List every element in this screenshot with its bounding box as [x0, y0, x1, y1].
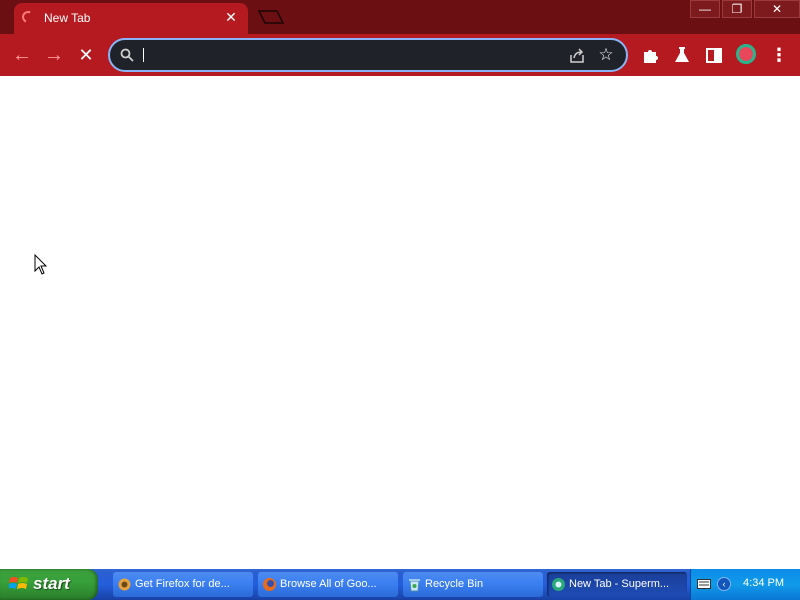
system-tray: ‹ 4:34 PM [690, 569, 800, 600]
new-tab-icon[interactable] [258, 10, 284, 24]
taskbar-clock[interactable]: 4:34 PM [743, 577, 784, 589]
tab-title: New Tab [44, 11, 91, 25]
restore-button[interactable]: ❐ [722, 0, 752, 18]
taskbar-item-get-firefox[interactable]: Get Firefox for de... [113, 572, 253, 597]
taskbar-item-label: Get Firefox for de... [135, 578, 230, 590]
windows-logo-icon [9, 577, 28, 589]
stop-loading-button[interactable]: ✕ [74, 43, 98, 67]
minimize-button[interactable]: — [690, 0, 720, 18]
browser-titlebar: New Tab ✕ — ❐ ✕ [0, 0, 800, 34]
recycle-bin-icon [409, 579, 420, 592]
window-controls: — ❐ ✕ [688, 0, 800, 18]
taskbar: start Get Firefox for de... Browse All o… [0, 569, 800, 600]
firefox-setup-icon [118, 578, 131, 591]
taskbar-item-browse-google[interactable]: Browse All of Goo... [258, 572, 398, 597]
text-caret [143, 48, 144, 62]
tray-expand-icon[interactable]: ‹ [717, 577, 731, 591]
taskbar-item-recycle-bin[interactable]: Recycle Bin [403, 572, 543, 597]
address-bar[interactable]: ☆ [108, 38, 628, 72]
tab-close-icon[interactable]: ✕ [222, 8, 240, 26]
page-content[interactable] [0, 76, 800, 569]
keyboard-icon[interactable] [697, 579, 711, 589]
tab-new-tab[interactable]: New Tab ✕ [14, 3, 248, 34]
forward-button[interactable]: → [42, 43, 66, 67]
taskbar-item-label: Recycle Bin [425, 578, 484, 590]
browser-icon [552, 578, 565, 591]
taskbar-item-label: New Tab - Superm... [569, 578, 670, 590]
browser-toolbar: ← → ✕ ☆ ⋮ [0, 34, 800, 76]
share-icon[interactable] [568, 47, 586, 65]
close-window-button[interactable]: ✕ [754, 0, 800, 18]
loading-spinner-icon [20, 9, 36, 25]
labs-flask-icon[interactable] [671, 44, 693, 66]
start-button[interactable]: start [0, 569, 98, 600]
taskbar-item-new-tab[interactable]: New Tab - Superm... [547, 572, 687, 597]
back-button[interactable]: ← [10, 43, 34, 67]
mouse-cursor-icon [34, 254, 48, 275]
start-label: start [33, 574, 70, 593]
profile-avatar[interactable] [736, 44, 756, 64]
search-icon [120, 48, 134, 62]
address-input[interactable] [140, 44, 564, 68]
firefox-icon [263, 578, 276, 591]
side-panel-icon[interactable] [703, 44, 725, 66]
taskbar-item-label: Browse All of Goo... [280, 578, 377, 590]
screen: New Tab ✕ — ❐ ✕ ← → ✕ ☆ ⋮ start Get Fire… [0, 0, 800, 600]
bookmark-star-icon[interactable]: ☆ [596, 45, 616, 65]
extensions-puzzle-icon[interactable] [640, 44, 662, 66]
menu-kebab-icon[interactable]: ⋮ [768, 44, 790, 66]
